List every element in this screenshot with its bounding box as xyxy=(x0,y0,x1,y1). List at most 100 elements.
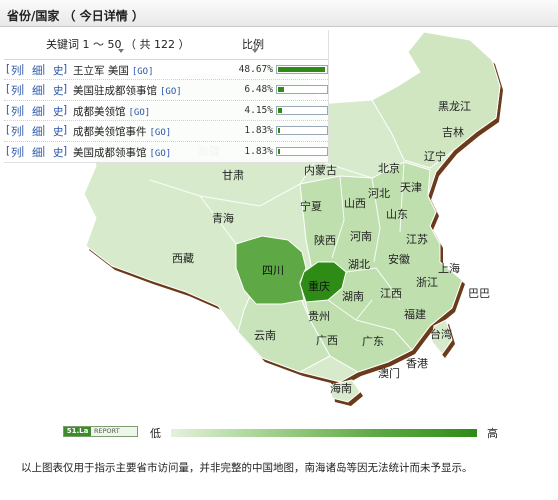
province-label[interactable]: 江苏 xyxy=(406,233,428,246)
report-label: REPORT xyxy=(94,427,120,435)
sort-caret-icon xyxy=(118,49,124,53)
link-bracket: [ xyxy=(6,124,11,137)
share-percent: 6.48% xyxy=(244,84,273,96)
panel-title: 省份/国家 （ 今日详情 ） xyxy=(7,9,144,23)
province-label[interactable]: 西藏 xyxy=(172,252,194,265)
province-label[interactable]: 广东 xyxy=(362,335,384,348)
province-label[interactable]: 湖南 xyxy=(342,290,364,303)
province-label[interactable]: 山东 xyxy=(386,208,408,221)
link-bracket: [ xyxy=(6,83,11,96)
province-label[interactable]: 香港 xyxy=(406,357,428,370)
sort-caret-icon xyxy=(252,49,258,53)
share-bar-fill xyxy=(278,67,325,72)
share-bar xyxy=(276,105,328,115)
keyword-text: 王立军 美国 [GO] xyxy=(73,63,154,78)
province-label[interactable]: 台湾 xyxy=(430,327,452,341)
province-label[interactable]: 河北 xyxy=(368,187,390,200)
keyword-row: [| |] 列细史王立军 美国 [GO] 48.67% xyxy=(4,60,328,81)
keyword-ranking-panel: 关键词 1 ～ 50 （ 共 122 ） 比例 [| |] 列细史王立军 美国 [GO… xyxy=(4,30,329,163)
ranking-rows: [| |] 列细史王立军 美国 [GO] 48.67%[| |] 列细史美国驻成都领事馆 [G… xyxy=(4,60,328,162)
keyword-label[interactable]: 美国驻成都领事馆 xyxy=(73,85,157,97)
history-link[interactable]: 史 xyxy=(53,145,64,160)
province-label[interactable]: 浙江 xyxy=(416,276,438,289)
list-link[interactable]: 列 xyxy=(11,124,22,139)
detail-link[interactable]: 细 xyxy=(32,124,43,139)
legend-low-label: 低 xyxy=(150,427,161,440)
keyword-label[interactable]: 美国成都领事馆 xyxy=(73,147,147,159)
report-badge: 51.La REPORT xyxy=(63,426,138,437)
province-label[interactable]: 澳门 xyxy=(378,366,400,380)
list-link[interactable]: 列 xyxy=(11,145,22,160)
go-link[interactable]: [GO] xyxy=(132,67,154,77)
share-percent: 4.15% xyxy=(244,104,273,116)
share-bar xyxy=(276,126,328,136)
province-label[interactable]: 云南 xyxy=(254,329,276,342)
history-link[interactable]: 史 xyxy=(53,63,64,78)
province-label[interactable]: 河南 xyxy=(350,230,372,243)
share-bar-fill xyxy=(278,148,280,154)
link-bracket: [ xyxy=(6,103,11,116)
go-link[interactable]: [GO] xyxy=(160,87,182,97)
province-label[interactable]: 湖北 xyxy=(348,258,370,271)
province-label[interactable]: 辽宁 xyxy=(424,149,446,163)
list-link[interactable]: 列 xyxy=(11,63,22,78)
share-percent: 1.83% xyxy=(244,145,273,157)
share-bar-fill xyxy=(278,128,280,134)
keyword-label[interactable]: 王立军 美国 xyxy=(73,65,129,77)
province-label[interactable]: 宁夏 xyxy=(300,199,322,213)
share-percent: 1.83% xyxy=(244,125,273,137)
share-bar-fill xyxy=(278,107,282,113)
keyword-text: 美国驻成都领事馆 [GO] xyxy=(73,83,182,98)
detail-link[interactable]: 细 xyxy=(32,63,43,78)
province-label[interactable]: 黑龙江 xyxy=(438,100,471,113)
legend-high-label: 高 xyxy=(487,427,498,440)
list-link[interactable]: 列 xyxy=(11,83,22,98)
province-label[interactable]: 贵州 xyxy=(308,310,330,323)
province-label[interactable]: 青海 xyxy=(212,211,234,225)
keyword-row: [| |] 列细史成都美领馆 [GO] 4.15% xyxy=(4,101,328,122)
keyword-label[interactable]: 成都美领馆 xyxy=(73,106,126,118)
detail-link[interactable]: 细 xyxy=(32,104,43,119)
province-label[interactable]: 内蒙古 xyxy=(304,163,337,177)
keyword-text: 成都美领馆 [GO] xyxy=(73,104,150,119)
history-link[interactable]: 史 xyxy=(53,83,64,98)
go-link[interactable]: [GO] xyxy=(150,149,172,159)
go-link[interactable]: [GO] xyxy=(150,128,172,138)
province-label[interactable]: 天津 xyxy=(400,181,422,194)
share-bar xyxy=(276,85,328,95)
province-label[interactable]: 广西 xyxy=(316,334,338,347)
province-label[interactable]: 吉林 xyxy=(442,125,464,139)
keyword-label[interactable]: 成都美领馆事件 xyxy=(73,126,147,138)
link-bracket: [ xyxy=(6,144,11,157)
province-label[interactable]: 山西 xyxy=(344,197,366,210)
history-link[interactable]: 史 xyxy=(53,104,64,119)
share-bar xyxy=(276,146,328,156)
list-link[interactable]: 列 xyxy=(11,104,22,119)
province-label[interactable]: 安徽 xyxy=(388,252,410,266)
keyword-row: [| |] 列细史成都美领馆事件 [GO] 1.83% xyxy=(4,121,328,142)
history-link[interactable]: 史 xyxy=(53,124,64,139)
share-bar-fill xyxy=(278,87,284,93)
keyword-text: 美国成都领事馆 [GO] xyxy=(73,145,171,160)
province-label[interactable]: 海南 xyxy=(330,381,352,395)
province-label[interactable]: 陕西 xyxy=(314,233,336,247)
province-label[interactable]: 重庆 xyxy=(308,279,330,293)
detail-link[interactable]: 细 xyxy=(32,145,43,160)
ranking-header: 关键词 1 ～ 50 （ 共 122 ） 比例 xyxy=(4,30,328,60)
legend-gradient-bar xyxy=(171,429,477,437)
keyword-text: 成都美领馆事件 [GO] xyxy=(73,124,171,139)
province-label[interactable]: 上海 xyxy=(438,261,460,275)
province-label[interactable]: 福建 xyxy=(404,307,426,321)
share-bar xyxy=(276,65,328,74)
province-label[interactable]: 江西 xyxy=(380,287,402,300)
go-link[interactable]: [GO] xyxy=(129,108,151,118)
panel-header: 省份/国家 （ 今日详情 ） xyxy=(0,0,558,27)
share-percent: 48.67% xyxy=(238,64,273,75)
report-logo: 51.La xyxy=(64,427,91,436)
province-label[interactable]: 北京 xyxy=(378,161,400,175)
link-bracket: [ xyxy=(6,63,11,75)
detail-link[interactable]: 细 xyxy=(32,83,43,98)
province-label[interactable]: 巴巴 xyxy=(468,287,490,300)
province-label[interactable]: 甘肃 xyxy=(222,169,244,182)
province-label[interactable]: 四川 xyxy=(262,264,284,277)
